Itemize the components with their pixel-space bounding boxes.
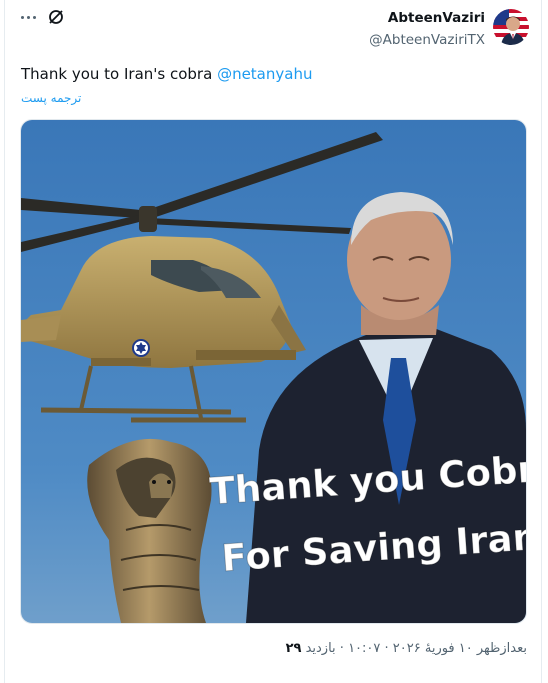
author-handle[interactable]: @AbteenVaziriTX [369, 32, 485, 48]
grok-icon[interactable] [47, 8, 65, 26]
avatar-image [493, 9, 529, 45]
tweet-header: AbteenVaziri @AbteenVaziriTX [5, 0, 541, 60]
tweet-timestamp[interactable]: بعدازظهر ۱۰ فوریهٔ ۲۰۲۶ · ۱۰:۰۷ · بازدید [301, 641, 527, 656]
tweet-text: Thank you to Iran's cobra @netanyahu [21, 65, 312, 83]
view-count: ۲۹ [285, 641, 302, 656]
mention-link[interactable]: @netanyahu [217, 65, 312, 83]
tweet-media-image[interactable]: Thank you Cobra For Saving Iran [20, 119, 527, 624]
tweet-body: Thank you to Iran's cobra [21, 65, 218, 83]
avatar[interactable] [493, 9, 529, 45]
tweet-card: AbteenVaziri @AbteenVaziriTX Thank you t… [4, 0, 542, 683]
translate-post-link[interactable]: ترجمه پست [21, 91, 81, 105]
author-display-name[interactable]: AbteenVaziri [388, 10, 485, 26]
more-options-icon[interactable] [19, 8, 41, 26]
tweet-meta: بعدازظهر ۱۰ فوریهٔ ۲۰۲۶ · ۱۰:۰۷ · بازدید… [286, 641, 527, 656]
